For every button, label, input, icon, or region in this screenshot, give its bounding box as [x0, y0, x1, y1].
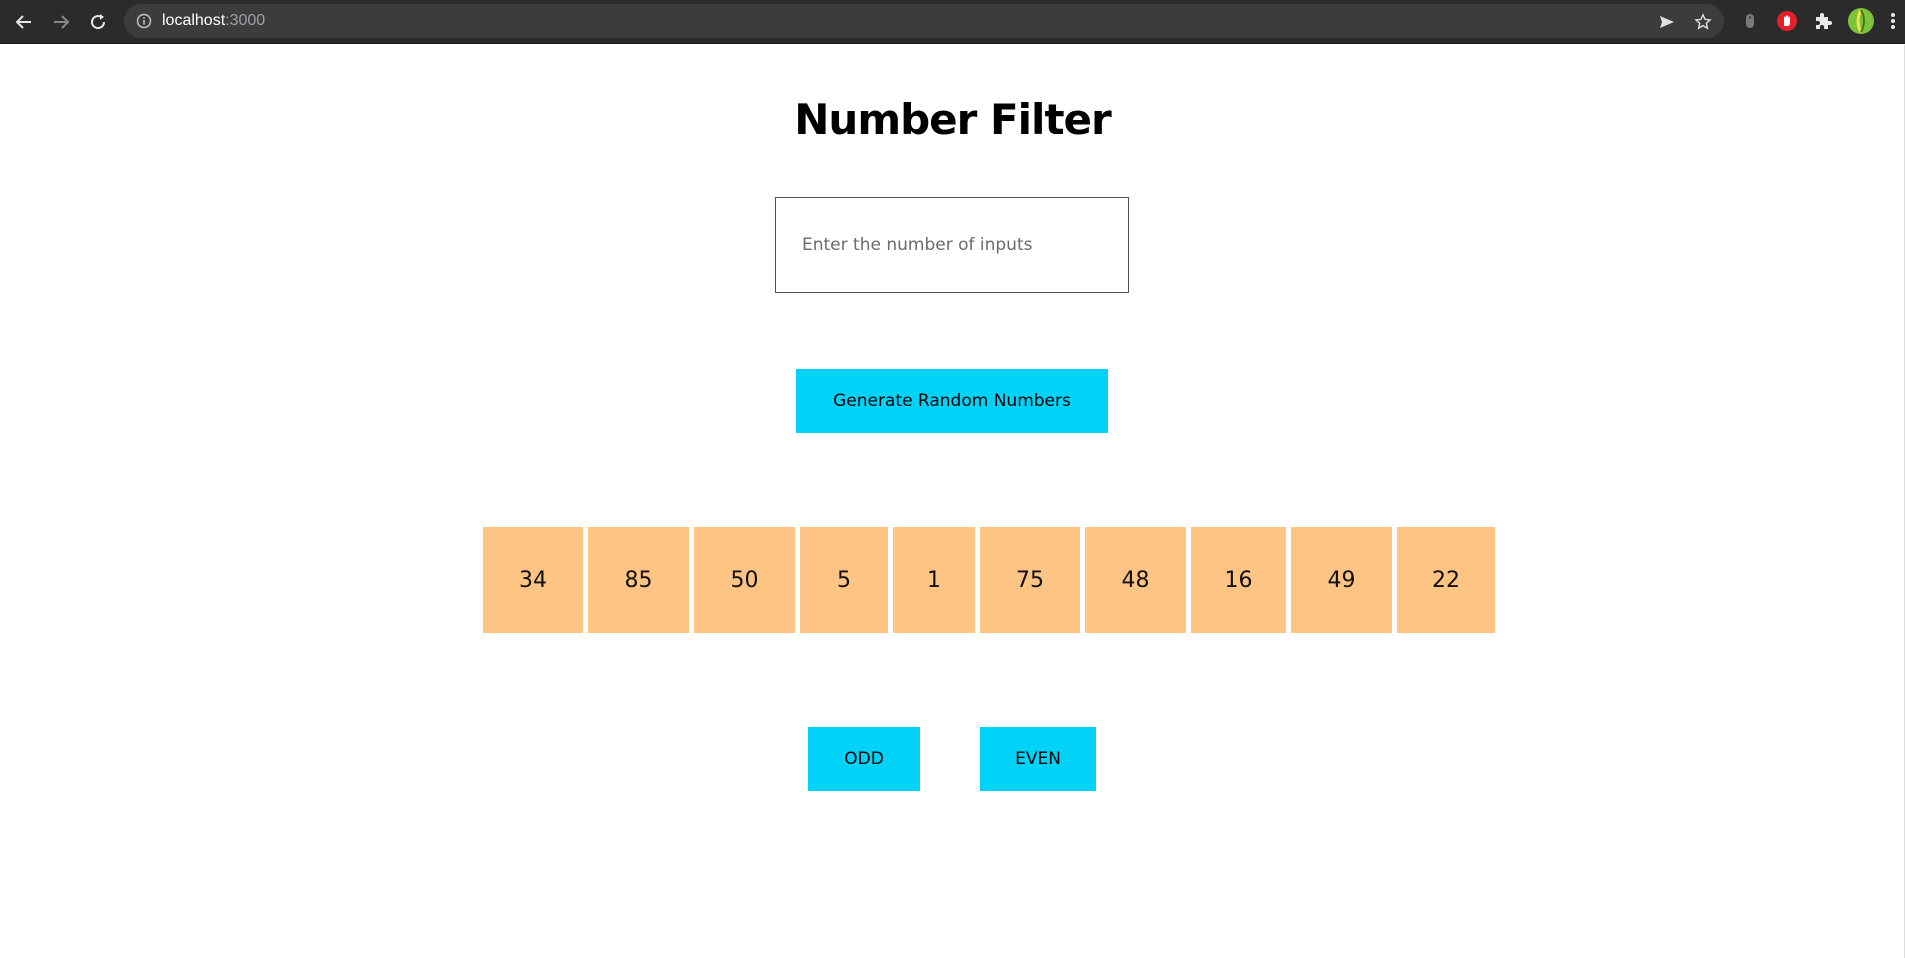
reload-button[interactable] [84, 8, 112, 36]
number-tile: 48 [1085, 527, 1186, 633]
number-tile: 50 [694, 527, 795, 633]
url-text: localhost:3000 [162, 12, 265, 30]
back-arrow-icon [15, 15, 31, 29]
forward-arrow-icon [54, 15, 70, 29]
puzzle-icon[interactable] [1811, 9, 1835, 33]
number-tile: 49 [1291, 527, 1392, 633]
number-tile: 75 [980, 527, 1080, 633]
extension-mouse-icon[interactable] [1738, 9, 1762, 33]
number-of-inputs-field[interactable] [775, 197, 1129, 293]
forward-button[interactable] [47, 8, 75, 36]
page-title: Number Filter [794, 95, 1111, 144]
avatar[interactable] [1847, 7, 1875, 35]
address-bar[interactable]: localhost:3000 [124, 4, 1724, 38]
url-host: localhost [162, 12, 226, 29]
kebab-menu-icon[interactable] [1886, 9, 1900, 33]
browser-toolbar: localhost:3000 [0, 0, 1905, 44]
number-tile: 22 [1397, 527, 1495, 633]
send-icon[interactable] [1658, 13, 1676, 31]
number-tile: 16 [1191, 527, 1286, 633]
odd-filter-button[interactable]: ODD [808, 727, 920, 791]
star-icon[interactable] [1694, 13, 1712, 31]
url-port: :3000 [225, 12, 266, 29]
number-tile: 34 [483, 527, 583, 633]
info-icon[interactable] [136, 13, 152, 29]
adblock-icon[interactable] [1775, 9, 1799, 33]
reload-icon [91, 14, 106, 30]
numbers-row: 34 85 50 5 1 75 48 16 49 22 [0, 527, 1905, 633]
number-tile: 1 [893, 527, 975, 633]
even-filter-button[interactable]: EVEN [980, 727, 1096, 791]
number-tile: 5 [800, 527, 888, 633]
back-button[interactable] [10, 8, 38, 36]
number-tile: 85 [588, 527, 689, 633]
generate-random-numbers-button[interactable]: Generate Random Numbers [796, 369, 1108, 433]
page-content: Number Filter Generate Random Numbers 34… [0, 45, 1905, 958]
